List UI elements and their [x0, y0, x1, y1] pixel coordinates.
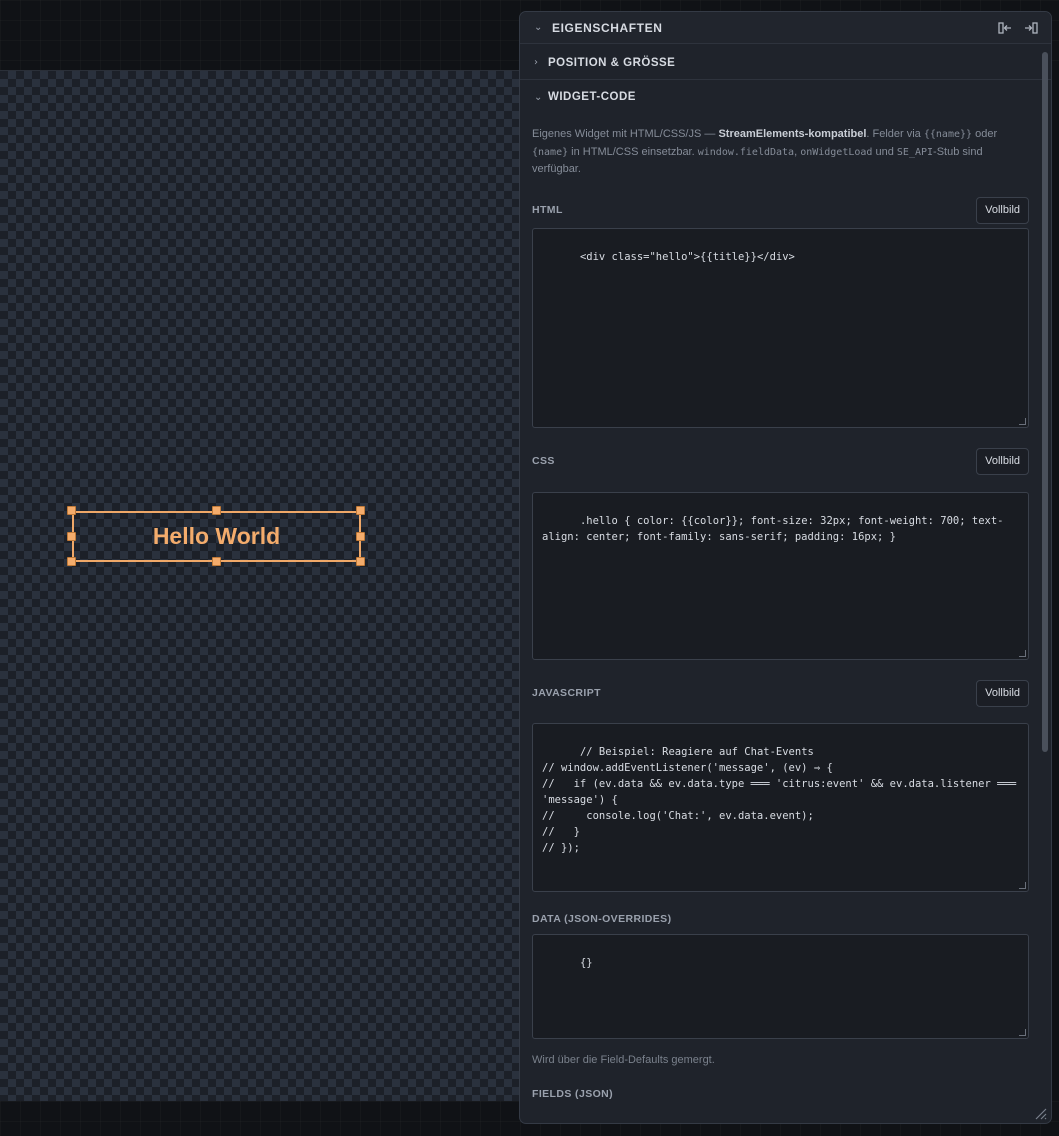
- panel-resize-icon[interactable]: [1033, 1106, 1047, 1120]
- resize-handle-se[interactable]: [356, 557, 365, 566]
- panel-title: EIGENSCHAFTEN: [552, 20, 663, 35]
- resize-handle-e[interactable]: [356, 532, 365, 541]
- chevron-down-icon: ⌄: [534, 91, 543, 103]
- resize-handle-s[interactable]: [212, 557, 221, 566]
- resize-handle-n[interactable]: [212, 506, 221, 515]
- section-title-widget-code: WIDGET-CODE: [548, 91, 636, 103]
- html-fullscreen-button[interactable]: Vollbild: [976, 196, 1029, 224]
- data-hint: Wird über die Field-Defaults gemergt.: [532, 1053, 715, 1066]
- resize-handle-ne[interactable]: [356, 506, 365, 515]
- widget-text: Hello World: [152, 523, 281, 549]
- css-editor[interactable]: .hello { color: {{color}}; font-size: 32…: [532, 491, 1029, 660]
- chevron-right-icon: ›: [534, 57, 538, 68]
- properties-panel: ⌄ EIGENSCHAFTEN › POSITION & GRÖSSE ⌄ WI…: [519, 11, 1052, 1124]
- resize-grip-icon[interactable]: [1019, 1028, 1026, 1036]
- css-fullscreen-button[interactable]: Vollbild: [976, 447, 1029, 475]
- html-label: HTML: [532, 204, 563, 216]
- fields-label: FIELDS (JSON): [532, 1087, 614, 1100]
- data-editor[interactable]: {}: [532, 933, 1029, 1039]
- resize-handle-sw[interactable]: [67, 557, 76, 566]
- editor-canvas[interactable]: Hello World: [0, 70, 560, 1101]
- javascript-fullscreen-button[interactable]: Vollbild: [976, 679, 1029, 707]
- javascript-label: JAVASCRIPT: [532, 687, 601, 699]
- javascript-editor[interactable]: // Beispiel: Reagiere auf Chat-Events //…: [532, 722, 1029, 892]
- panel-scrollbar[interactable]: [1042, 52, 1048, 752]
- section-position-size[interactable]: › POSITION & GRÖSSE: [520, 46, 1051, 80]
- section-widget-code[interactable]: ⌄ WIDGET-CODE: [520, 80, 1051, 114]
- section-title-position: POSITION & GRÖSSE: [548, 56, 676, 69]
- widget-code-description: Eigenes Widget mit HTML/CSS/JS — StreamE…: [532, 128, 998, 175]
- javascript-code: // Beispiel: Reagiere auf Chat-Events //…: [542, 745, 1017, 854]
- resize-handle-w[interactable]: [67, 532, 76, 541]
- css-code: .hello { color: {{color}}; font-size: 32…: [542, 514, 1004, 543]
- dock-left-icon[interactable]: [997, 21, 1013, 35]
- resize-grip-icon[interactable]: [1019, 417, 1026, 425]
- selected-widget[interactable]: Hello World: [72, 511, 361, 562]
- data-label: DATA (JSON-OVERRIDES): [532, 912, 672, 925]
- html-editor[interactable]: <div class="hello">{{title}}</div>: [532, 227, 1029, 428]
- html-code: <div class="hello">{{title}}</div>: [579, 250, 795, 263]
- css-label: CSS: [532, 455, 555, 467]
- resize-handle-nw[interactable]: [67, 506, 76, 515]
- chevron-down-icon: ⌄: [534, 22, 543, 33]
- dock-right-icon[interactable]: [1023, 21, 1039, 35]
- properties-header[interactable]: ⌄ EIGENSCHAFTEN: [520, 12, 1051, 44]
- data-code: {}: [579, 956, 593, 969]
- resize-grip-icon[interactable]: [1019, 649, 1026, 657]
- resize-grip-icon[interactable]: [1019, 881, 1026, 889]
